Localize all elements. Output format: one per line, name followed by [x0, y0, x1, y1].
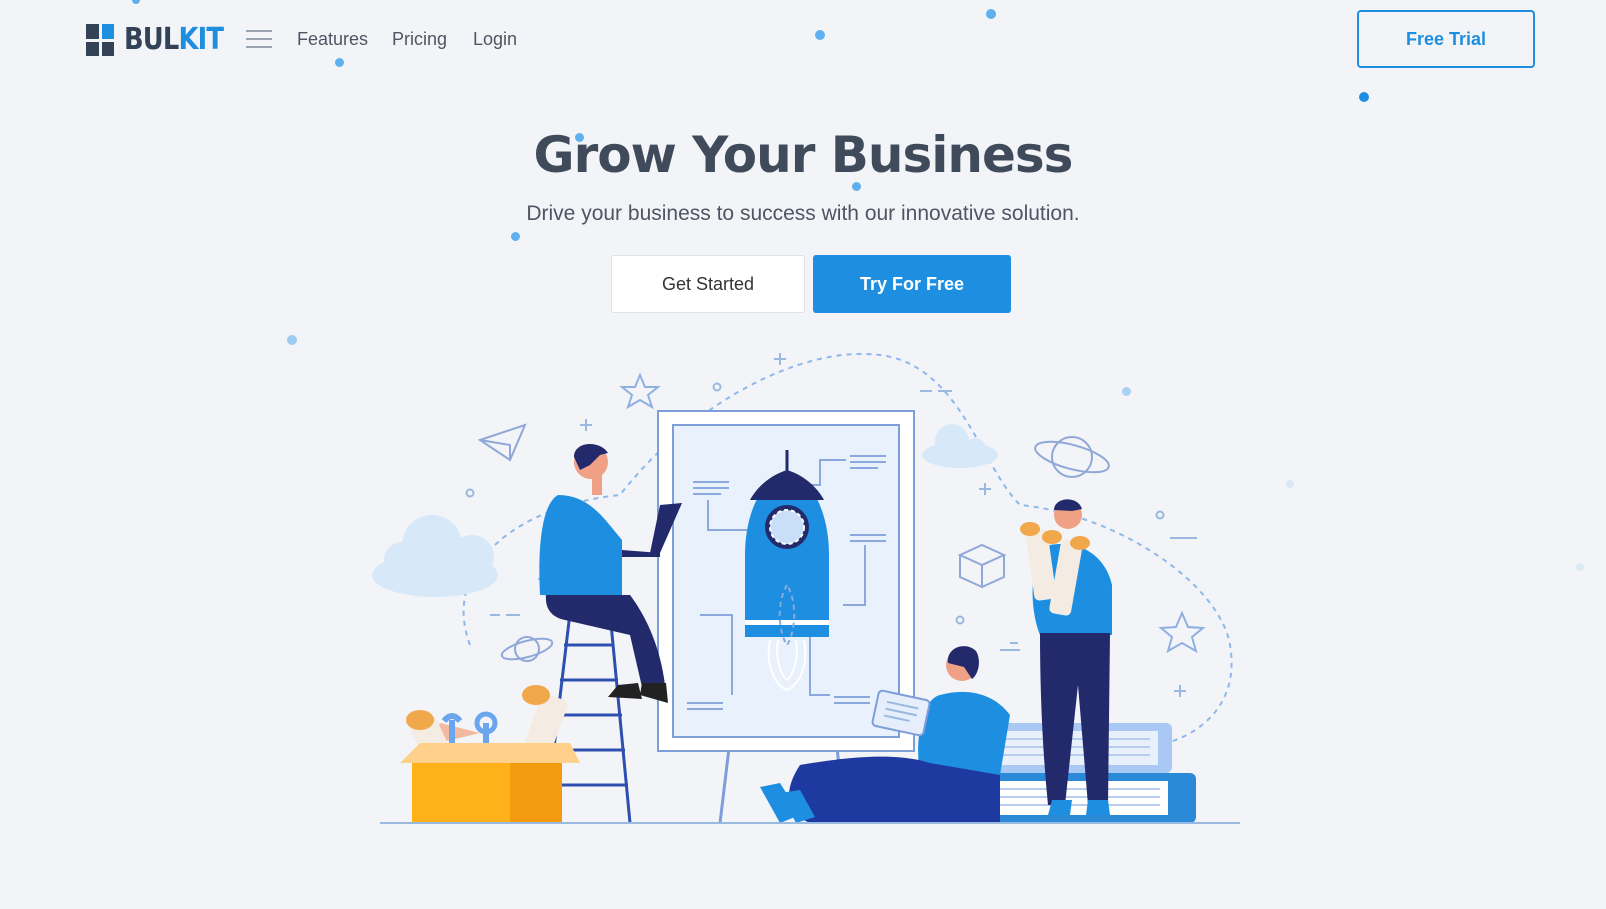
nav-link-login[interactable]: Login: [473, 29, 517, 50]
cube-icon: [957, 543, 1007, 589]
cloud-icon: [372, 515, 498, 597]
decorative-dot: [511, 232, 520, 241]
star-icon: [1158, 610, 1206, 654]
decorative-dot: [986, 9, 996, 19]
plus-icon: [1174, 685, 1186, 697]
decorative-dot: [287, 335, 297, 345]
plus-icon: [580, 419, 592, 431]
hero-illustration: [372, 352, 1240, 824]
brand-logo[interactable]: BULKIT: [86, 24, 239, 56]
nav-link-pricing[interactable]: Pricing: [392, 29, 447, 50]
logo-mark-icon: [86, 24, 114, 56]
brand-wordmark: BULKIT: [124, 22, 224, 57]
decorative-dot: [1359, 92, 1369, 102]
plus-icon: [979, 483, 991, 495]
hero-subtitle: Drive your business to success with our …: [526, 202, 1080, 225]
planet-icon: [1034, 436, 1110, 478]
decorative-dot: [815, 30, 825, 40]
brand-name-part1: BUL: [124, 22, 179, 57]
hamburger-icon[interactable]: [246, 30, 272, 50]
decorative-dot: [1286, 480, 1294, 488]
star-icon: [619, 372, 661, 410]
planet-icon: [500, 636, 554, 662]
free-trial-button[interactable]: Free Trial: [1357, 10, 1535, 68]
nav-link-features[interactable]: Features: [297, 29, 368, 50]
decorative-dot: [132, 0, 140, 4]
decorative-dot: [1576, 563, 1584, 571]
paper-plane-icon: [477, 423, 527, 462]
cloud-icon: [922, 424, 998, 468]
plus-icon: [774, 353, 786, 365]
scroll-box-icon: [400, 685, 580, 823]
hero-title: Grow Your Business: [533, 126, 1074, 184]
try-for-free-button[interactable]: Try For Free: [813, 255, 1011, 313]
brand-name-part2: KIT: [178, 22, 224, 57]
get-started-button[interactable]: Get Started: [611, 255, 805, 313]
decorative-dot: [335, 58, 344, 67]
